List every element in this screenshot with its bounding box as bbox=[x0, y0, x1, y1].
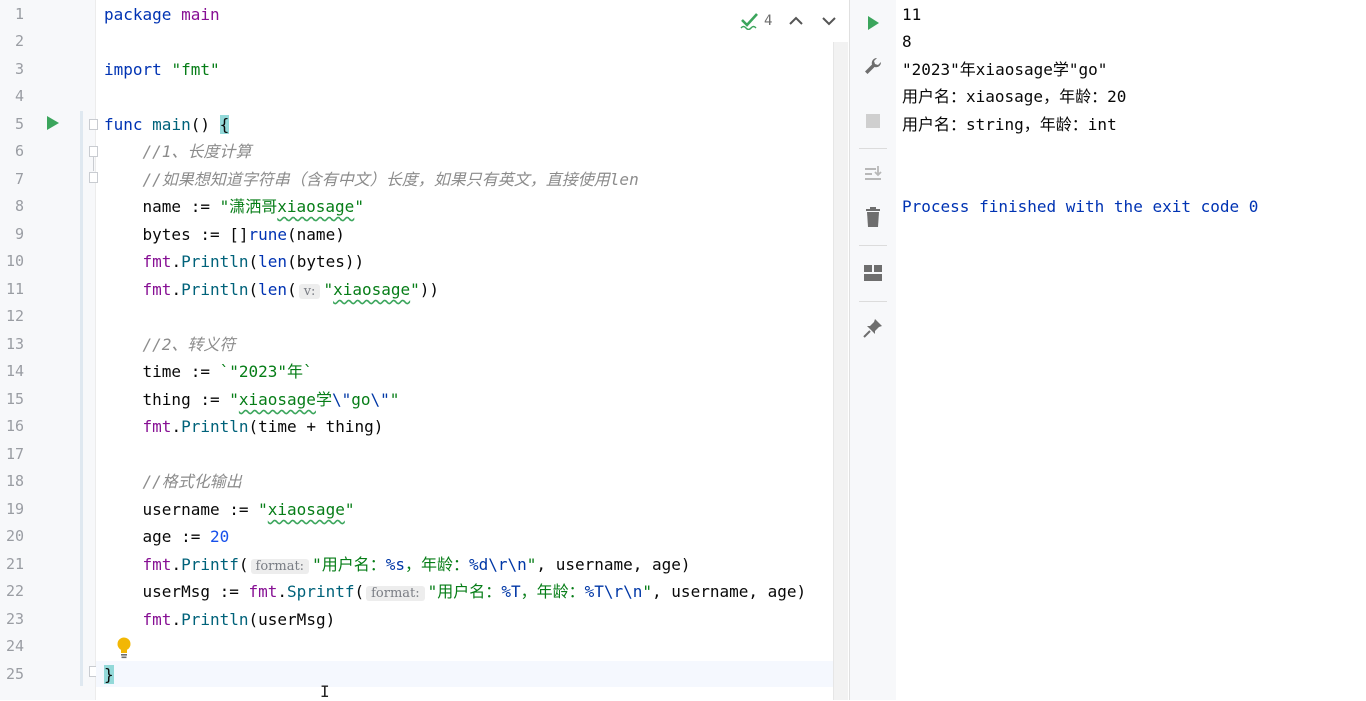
run-gutter-icon[interactable] bbox=[47, 116, 59, 130]
toolbar-separator bbox=[859, 245, 887, 246]
chevron-up-icon[interactable] bbox=[786, 11, 806, 31]
line-number: 24 bbox=[5, 637, 24, 655]
code-line: fmt.Println(userMsg) bbox=[142, 610, 336, 629]
run-console[interactable]: 11 8 "2023"年xiaosage学"go" 用户名：xiaosage，年… bbox=[896, 0, 1366, 700]
parameter-hint: format: bbox=[366, 586, 425, 601]
line-number: 7 bbox=[14, 170, 24, 188]
line-number: 17 bbox=[5, 445, 24, 463]
chevron-down-icon[interactable] bbox=[819, 11, 839, 31]
code-comment: //格式化输出 bbox=[142, 472, 242, 491]
inspection-widget[interactable]: 4 bbox=[740, 10, 772, 32]
code-line: time := `"2023"年` bbox=[142, 362, 313, 381]
code-line: thing := "xiaosage学\"go\"" bbox=[142, 390, 400, 409]
run-toolbar bbox=[849, 0, 897, 700]
line-number: 15 bbox=[5, 390, 24, 408]
scroll-to-end-button[interactable] bbox=[861, 162, 885, 186]
line-number: 9 bbox=[14, 225, 24, 243]
line-number: 16 bbox=[5, 417, 24, 435]
fold-line bbox=[93, 157, 94, 171]
line-number: 22 bbox=[5, 582, 24, 600]
process-finished-message: Process finished with the exit code 0 bbox=[902, 197, 1259, 216]
code-line: fmt.Println(time + thing) bbox=[142, 417, 384, 436]
line-number: 10 bbox=[5, 252, 24, 270]
toolbar-separator bbox=[859, 148, 887, 149]
code-editor[interactable]: package main import "fmt" func main() { … bbox=[96, 0, 848, 700]
pin-icon bbox=[863, 319, 882, 338]
code-line: bytes := []rune(name) bbox=[142, 225, 345, 244]
line-number: 8 bbox=[14, 197, 24, 215]
console-output-line: 8 bbox=[902, 32, 912, 51]
line-number: 18 bbox=[5, 472, 24, 490]
line-number: 3 bbox=[14, 60, 24, 78]
console-output-line: 用户名：xiaosage，年龄：20 bbox=[902, 87, 1127, 106]
code-line: username := "xiaosage" bbox=[142, 500, 355, 519]
code-comment: //如果想知道字符串（含有中文）长度，如果只有英文，直接使用len bbox=[142, 170, 639, 189]
rerun-icon bbox=[868, 16, 879, 30]
check-icon bbox=[740, 13, 758, 30]
code-line: userMsg := fmt.Sprintf(format: "用户名：%T，年龄… bbox=[142, 582, 807, 601]
line-number: 1 bbox=[14, 5, 24, 23]
console-output-line: 11 bbox=[902, 5, 922, 24]
rerun-button[interactable] bbox=[861, 11, 885, 35]
line-number: 11 bbox=[5, 280, 24, 298]
console-output-line: 用户名：string，年龄：int bbox=[902, 115, 1117, 134]
brace-scope-indicator bbox=[80, 111, 83, 686]
wrench-icon bbox=[865, 57, 882, 74]
editor-gutter: 1 2 3 4 5 6 7 8 9 10 11 12 13 14 15 16 1… bbox=[0, 0, 98, 700]
text-cursor-icon: I bbox=[320, 682, 330, 701]
clear-console-button[interactable] bbox=[861, 205, 885, 229]
line-number: 20 bbox=[5, 527, 24, 545]
parameter-hint: format: bbox=[250, 559, 310, 574]
inspection-count: 4 bbox=[764, 13, 773, 29]
code-line: name := "潇洒哥xiaosage" bbox=[142, 197, 364, 216]
code-line: age := 20 bbox=[142, 527, 230, 546]
line-number: 13 bbox=[5, 335, 24, 353]
toolbar-separator bbox=[859, 301, 887, 302]
line-number: 6 bbox=[14, 142, 24, 160]
line-number: 21 bbox=[5, 555, 24, 573]
line-number: 25 bbox=[5, 665, 24, 683]
code-line: import "fmt" bbox=[104, 60, 220, 79]
trash-icon bbox=[866, 207, 880, 227]
code-line: fmt.Printf(format: "用户名：%s，年龄：%d\r\n", us… bbox=[142, 555, 691, 574]
line-number: 12 bbox=[5, 307, 24, 325]
parameter-hint: v: bbox=[298, 284, 321, 299]
layout-button[interactable] bbox=[861, 261, 885, 285]
line-number: 23 bbox=[5, 610, 24, 628]
settings-button[interactable] bbox=[861, 54, 885, 78]
code-line: fmt.Println(len(bytes)) bbox=[142, 252, 365, 271]
code-line: } bbox=[104, 665, 114, 684]
lightbulb-icon[interactable] bbox=[116, 637, 132, 659]
code-comment: //1、长度计算 bbox=[142, 142, 252, 161]
scroll-to-end-icon bbox=[865, 166, 882, 180]
line-number: 14 bbox=[5, 362, 24, 380]
pin-tab-button[interactable] bbox=[861, 316, 885, 340]
code-line: fmt.Println(len(v: "xiaosage")) bbox=[142, 280, 440, 299]
console-output-line: "2023"年xiaosage学"go" bbox=[902, 60, 1108, 79]
code-comment: //2、转义符 bbox=[142, 335, 236, 354]
editor-scrollbar[interactable] bbox=[833, 42, 848, 700]
layout-icon bbox=[864, 265, 882, 281]
line-number: 2 bbox=[14, 32, 24, 50]
code-line: package main bbox=[104, 5, 220, 24]
line-number: 5 bbox=[14, 115, 24, 133]
stop-icon bbox=[866, 114, 880, 128]
code-line: func main() { bbox=[104, 115, 230, 134]
line-number: 19 bbox=[5, 500, 24, 518]
line-number: 4 bbox=[14, 87, 24, 105]
stop-button[interactable] bbox=[861, 109, 885, 133]
